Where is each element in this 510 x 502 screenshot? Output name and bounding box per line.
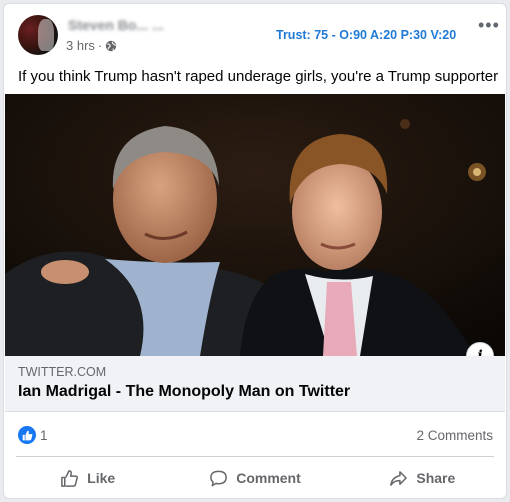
share-button[interactable]: Share xyxy=(339,458,506,498)
comment-button[interactable]: Comment xyxy=(171,458,338,498)
link-domain: TWITTER.COM xyxy=(18,365,107,379)
post-message: If you think Trump hasn't raped underage… xyxy=(18,68,499,85)
post-header: Steven Bo... ... 3 hrs · Trust: 75 - O:9… xyxy=(4,4,506,64)
author-name[interactable]: Steven Bo... ... xyxy=(68,17,164,33)
post-actions: Like Comment Share xyxy=(4,458,506,498)
reactions-count[interactable]: 1 xyxy=(40,428,48,443)
thumbs-up-icon xyxy=(61,469,79,487)
photo-illustration xyxy=(5,94,505,356)
like-label: Like xyxy=(87,470,116,486)
comment-label: Comment xyxy=(236,470,301,486)
share-icon xyxy=(390,470,408,486)
comment-icon xyxy=(210,470,228,486)
comments-count[interactable]: 2 Comments xyxy=(416,428,493,443)
link-preview[interactable]: TWITTER.COM Ian Madrigal - The Monopoly … xyxy=(5,356,505,412)
post-meta: 3 hrs · xyxy=(66,38,117,53)
trust-score-badge: Trust: 75 - O:90 A:20 P:30 V:20 xyxy=(276,28,457,42)
post-stats: 1 2 Comments xyxy=(4,414,506,454)
shared-photo[interactable] xyxy=(5,94,505,356)
link-title[interactable]: Ian Madrigal - The Monopoly Man on Twitt… xyxy=(18,383,350,401)
like-reaction-icon[interactable] xyxy=(18,426,36,444)
post-time[interactable]: 3 hrs xyxy=(66,38,95,53)
like-button[interactable]: Like xyxy=(4,458,171,498)
share-label: Share xyxy=(416,470,456,486)
meta-separator: · xyxy=(97,38,103,53)
more-options-button[interactable]: ••• xyxy=(478,15,500,36)
actions-divider xyxy=(16,456,494,457)
author-avatar[interactable] xyxy=(18,15,58,55)
post-card: Steven Bo... ... 3 hrs · Trust: 75 - O:9… xyxy=(3,3,507,499)
globe-icon[interactable] xyxy=(105,40,117,52)
